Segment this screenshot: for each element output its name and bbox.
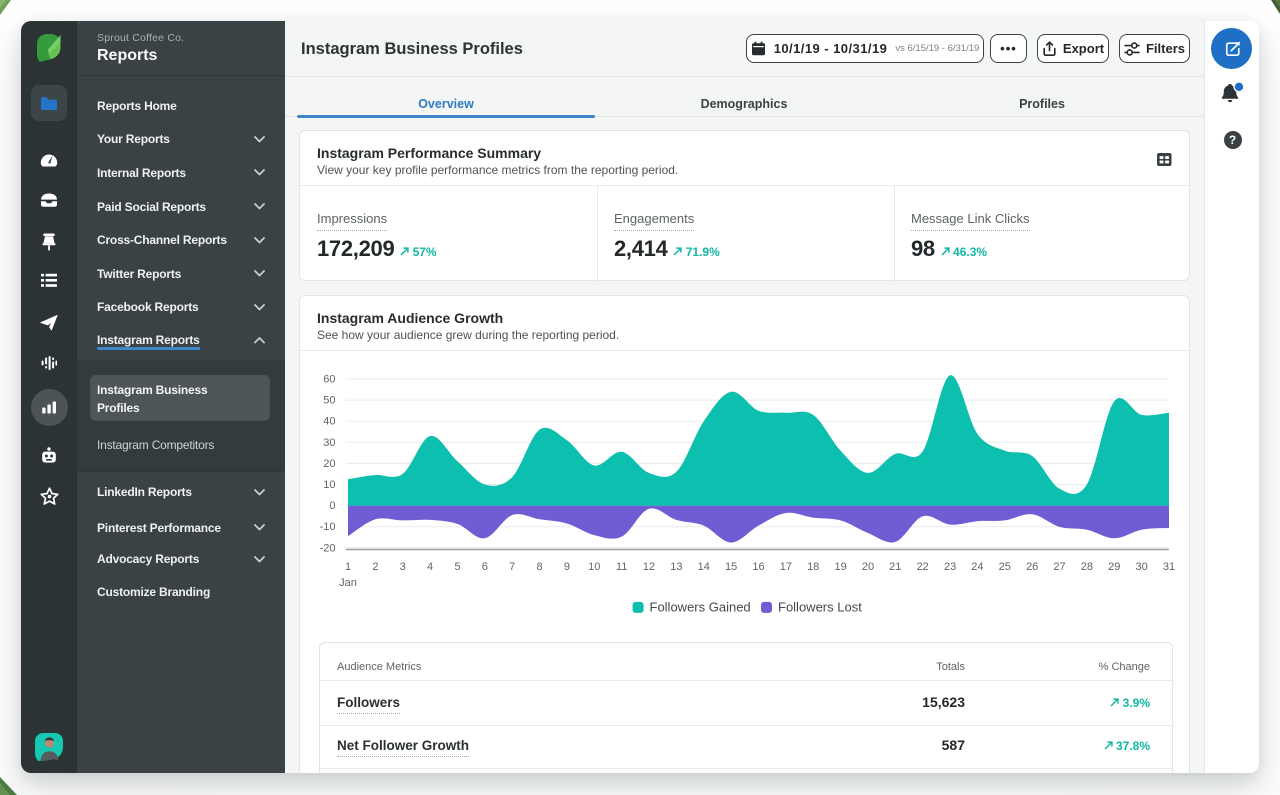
svg-text:3: 3	[400, 561, 406, 573]
svg-text:50: 50	[323, 395, 335, 407]
svg-text:16: 16	[752, 561, 764, 573]
svg-text:5: 5	[454, 561, 460, 573]
svg-text:11: 11	[616, 561, 627, 573]
svg-text:10: 10	[588, 561, 600, 573]
svg-text:7: 7	[509, 561, 515, 573]
svg-text:9: 9	[564, 561, 570, 573]
svg-text:60: 60	[323, 374, 335, 386]
svg-text:18: 18	[807, 561, 819, 573]
svg-text:24: 24	[971, 561, 983, 573]
svg-text:21: 21	[889, 561, 901, 573]
svg-text:17: 17	[780, 561, 792, 573]
svg-text:Followers Gained: Followers Gained	[650, 600, 751, 615]
svg-text:13: 13	[670, 561, 682, 573]
svg-text:15: 15	[725, 561, 737, 573]
svg-text:0: 0	[329, 500, 335, 512]
svg-text:27: 27	[1053, 561, 1065, 573]
svg-text:10: 10	[323, 479, 335, 491]
svg-text:2: 2	[372, 561, 378, 573]
svg-text:30: 30	[323, 437, 335, 449]
svg-text:12: 12	[643, 561, 655, 573]
svg-text:23: 23	[944, 561, 956, 573]
svg-text:40: 40	[323, 416, 335, 428]
svg-text:14: 14	[698, 561, 710, 573]
svg-text:-10: -10	[320, 521, 336, 533]
svg-text:-20: -20	[320, 542, 336, 554]
svg-text:22: 22	[917, 561, 929, 573]
svg-text:28: 28	[1081, 561, 1093, 573]
svg-text:8: 8	[537, 561, 543, 573]
svg-text:6: 6	[482, 561, 488, 573]
svg-text:29: 29	[1108, 561, 1120, 573]
svg-text:Followers Lost: Followers Lost	[778, 600, 862, 615]
svg-text:26: 26	[1026, 561, 1038, 573]
svg-text:31: 31	[1163, 561, 1175, 573]
svg-text:1: 1	[345, 561, 351, 573]
svg-text:20: 20	[323, 458, 335, 470]
svg-text:25: 25	[999, 561, 1011, 573]
svg-text:20: 20	[862, 561, 874, 573]
svg-text:4: 4	[427, 561, 433, 573]
svg-text:Jan: Jan	[339, 577, 357, 589]
svg-text:19: 19	[834, 561, 846, 573]
svg-text:30: 30	[1135, 561, 1147, 573]
